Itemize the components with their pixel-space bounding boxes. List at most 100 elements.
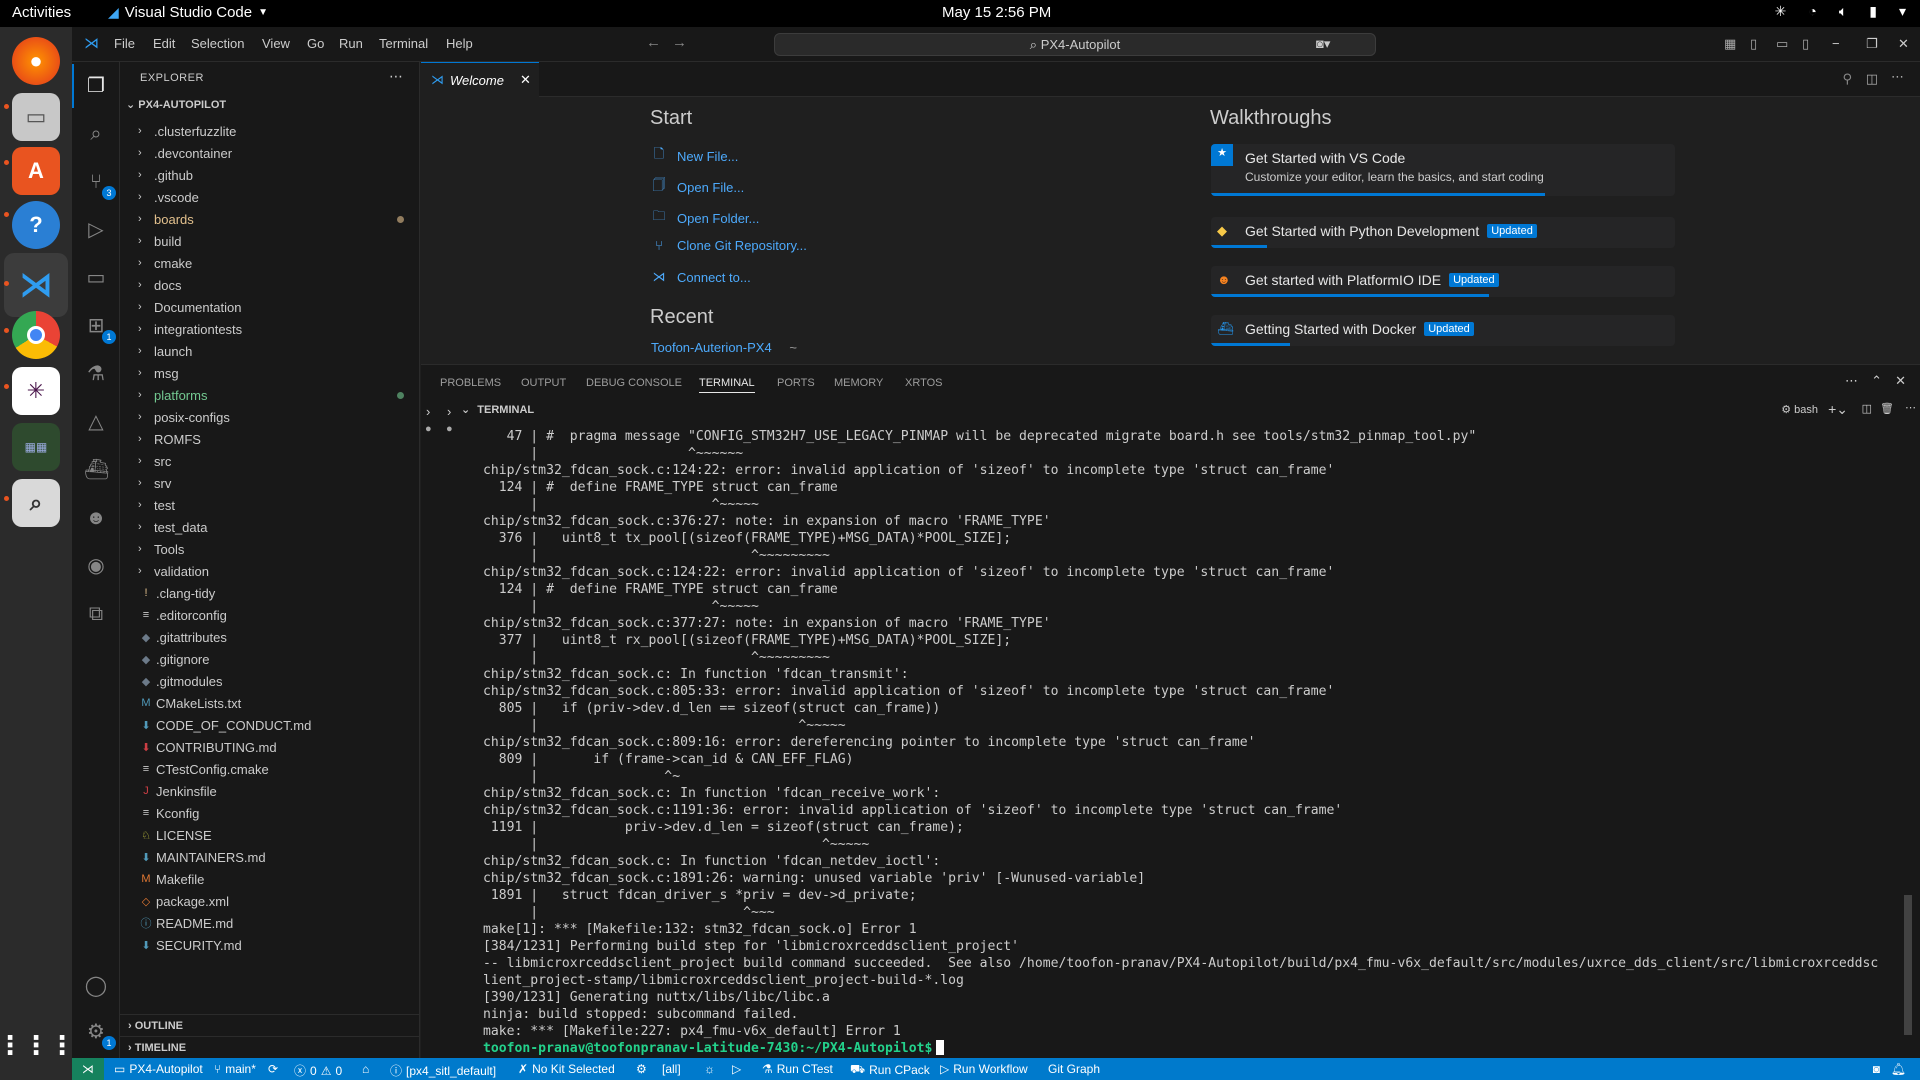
tree-folder[interactable]: › test_data	[120, 516, 420, 538]
terminal-prompt-line[interactable]: toofon-pranav@toofonpranav-Latitude-7430…	[483, 1040, 1903, 1057]
tree-file[interactable]: ⬇ CODE_OF_CONDUCT.md	[120, 714, 420, 736]
project-item[interactable]: ▭ PX4-Autopilot	[114, 1062, 203, 1076]
tree-file[interactable]: ! .clang-tidy	[120, 582, 420, 604]
forward-arrow-icon[interactable]: →	[672, 34, 687, 51]
tree-file[interactable]: J Jenkinsfile	[120, 780, 420, 802]
tab-welcome[interactable]: ⋊ Welcome ✕	[421, 62, 539, 97]
maximize-panel-icon[interactable]: ⌃	[1871, 373, 1882, 389]
explorer-icon[interactable]: ❐	[84, 74, 108, 98]
toggle-panel-icon[interactable]: ▭	[1776, 36, 1788, 52]
more-actions-icon[interactable]: ⋯	[389, 68, 403, 85]
kill-terminal-icon[interactable]: 🗑︎	[1880, 402, 1894, 415]
battery-icon[interactable]: ▮	[1869, 3, 1877, 20]
tab-problems[interactable]: PROBLEMS	[440, 377, 501, 389]
minimize-icon[interactable]: −	[1832, 36, 1840, 51]
tree-folder[interactable]: › .vscode	[120, 186, 420, 208]
help-icon[interactable]: ?	[12, 201, 60, 249]
tree-file[interactable]: M Makefile	[120, 868, 420, 890]
tree-folder[interactable]: › build	[120, 230, 420, 252]
firefox-icon[interactable]: ●	[12, 37, 60, 85]
tree-folder[interactable]: › integrationtests	[120, 318, 420, 340]
outline-section[interactable]: › OUTLINE	[120, 1014, 420, 1036]
tree-file[interactable]: ⬇ SECURITY.md	[120, 934, 420, 956]
tree-file[interactable]: ≡ CTestConfig.cmake	[120, 758, 420, 780]
problems-item[interactable]: ⓧ 0 ⚠ 0	[294, 1062, 342, 1079]
remote-explorer-icon[interactable]: ▭	[84, 266, 108, 290]
screenshot-search-icon[interactable]: ⌕	[12, 479, 60, 527]
tree-folder[interactable]: › ROMFS	[120, 428, 420, 450]
sync-icon[interactable]: ⟳	[268, 1062, 278, 1076]
github-icon[interactable]: ◉	[84, 554, 108, 578]
menu-edit[interactable]: Edit	[153, 36, 175, 51]
tree-file[interactable]: ◇ package.xml	[120, 890, 420, 912]
tab-terminal[interactable]: TERMINAL	[699, 377, 755, 393]
copilot-status-icon[interactable]: ◙	[1873, 1062, 1880, 1076]
chevron-down-icon[interactable]: ⌄	[461, 404, 470, 416]
toggle-sidebar-icon[interactable]: ▯	[1750, 36, 1757, 52]
customize-layout-icon[interactable]: ▦	[1724, 36, 1736, 52]
menu-file[interactable]: File	[114, 36, 135, 51]
system-tray[interactable]: ✳ ◔ 🔈︎ ▮ ▾	[1775, 3, 1906, 20]
walkthrough-platformio[interactable]: ☻ Get started with PlatformIO IDE Updated	[1211, 266, 1675, 297]
walkthrough-docker[interactable]: ⛴ Getting Started with Docker Updated	[1211, 315, 1675, 346]
tree-file[interactable]: ⬇ MAINTAINERS.md	[120, 846, 420, 868]
home-icon[interactable]: ⌂	[362, 1062, 369, 1076]
tree-folder[interactable]: › cmake	[120, 252, 420, 274]
clock[interactable]: May 15 2:56 PM	[942, 4, 1051, 21]
tree-file[interactable]: ◆ .gitattributes	[120, 626, 420, 648]
lightbulb-icon[interactable]: ●	[446, 423, 453, 435]
git-graph-item[interactable]: Git Graph	[1048, 1062, 1100, 1076]
tree-file[interactable]: ◆ .gitignore	[120, 648, 420, 670]
split-terminal-icon[interactable]: ◫	[1862, 402, 1872, 415]
pcb-app-icon[interactable]: ▦▦	[12, 423, 60, 471]
close-tab-icon[interactable]: ✕	[520, 72, 531, 88]
platformio-icon[interactable]: ☻	[84, 506, 108, 530]
tree-folder[interactable]: › launch	[120, 340, 420, 362]
bash-shell-label[interactable]: ⚙ bash	[1781, 403, 1818, 416]
accounts-icon[interactable]: ◯	[84, 974, 108, 998]
tree-file[interactable]: ⓘ README.md	[120, 912, 420, 934]
tree-file[interactable]: ◆ .gitmodules	[120, 670, 420, 692]
run-debug-icon[interactable]: ▷	[84, 218, 108, 242]
search-view-icon[interactable]: ⌕	[84, 122, 108, 146]
maximize-icon[interactable]: ❐	[1866, 36, 1878, 52]
tree-folder[interactable]: › .clusterfuzzlite	[120, 120, 420, 142]
launch-play-icon[interactable]: ▷	[732, 1062, 741, 1076]
tree-folder[interactable]: › platforms	[120, 384, 420, 406]
tree-folder[interactable]: › boards	[120, 208, 420, 230]
terminal-more-icon[interactable]: ⋯	[1905, 401, 1916, 414]
remote-indicator-icon[interactable]: ⋊	[72, 1058, 104, 1080]
tree-file[interactable]: ≡ Kconfig	[120, 802, 420, 824]
tree-file[interactable]: M CMakeLists.txt	[120, 692, 420, 714]
connect-to-link[interactable]: ⋊ Connect to...	[651, 269, 751, 285]
tree-folder[interactable]: › src	[120, 450, 420, 472]
split-editor-icon[interactable]: ◫	[1866, 71, 1878, 87]
config-item[interactable]: ⓘ [px4_sitl_default]	[390, 1062, 496, 1079]
walkthrough-python[interactable]: ◆ Get Started with Python Development Upd…	[1211, 217, 1675, 248]
timeline-section[interactable]: › TIMELINE	[120, 1036, 420, 1058]
tree-folder[interactable]: › msg	[120, 362, 420, 384]
copilot-icon[interactable]: ◙▾	[1316, 36, 1330, 52]
volume-icon[interactable]: 🔈︎	[1839, 3, 1847, 20]
files-icon[interactable]: ▭	[12, 93, 60, 141]
chevron-right-icon[interactable]: ›	[426, 404, 430, 419]
tree-folder[interactable]: › srv	[120, 472, 420, 494]
pin-icon[interactable]: ⚲	[1842, 71, 1852, 87]
tab-ports[interactable]: PORTS	[777, 377, 815, 389]
docker-icon[interactable]: ⛴	[84, 458, 109, 482]
tree-file[interactable]: ♘ LICENSE	[120, 824, 420, 846]
tree-file[interactable]: ⬇ CONTRIBUTING.md	[120, 736, 420, 758]
tree-folder[interactable]: › posix-configs	[120, 406, 420, 428]
menu-view[interactable]: View	[262, 36, 290, 51]
new-file-link[interactable]: 🗋 New File...	[651, 145, 739, 167]
terminal-scrollbar[interactable]	[1904, 425, 1912, 1045]
tree-folder[interactable]: › .devcontainer	[120, 142, 420, 164]
app-menu[interactable]: ◢ Visual Studio Code ▼	[108, 4, 268, 21]
editor-more-icon[interactable]: ⋯	[1891, 69, 1904, 85]
command-center[interactable]: ⌕ PX4-Autopilot	[774, 33, 1376, 56]
close-window-icon[interactable]: ✕	[1898, 36, 1909, 52]
wifi-icon[interactable]: ◔	[1808, 3, 1816, 20]
terminal-output[interactable]: 47 | # pragma message "CONFIG_STM32H7_US…	[483, 428, 1903, 1058]
lightbulb-icon[interactable]: ●	[425, 423, 432, 435]
show-apps-icon[interactable]: ⋮⋮⋮	[0, 1021, 75, 1069]
